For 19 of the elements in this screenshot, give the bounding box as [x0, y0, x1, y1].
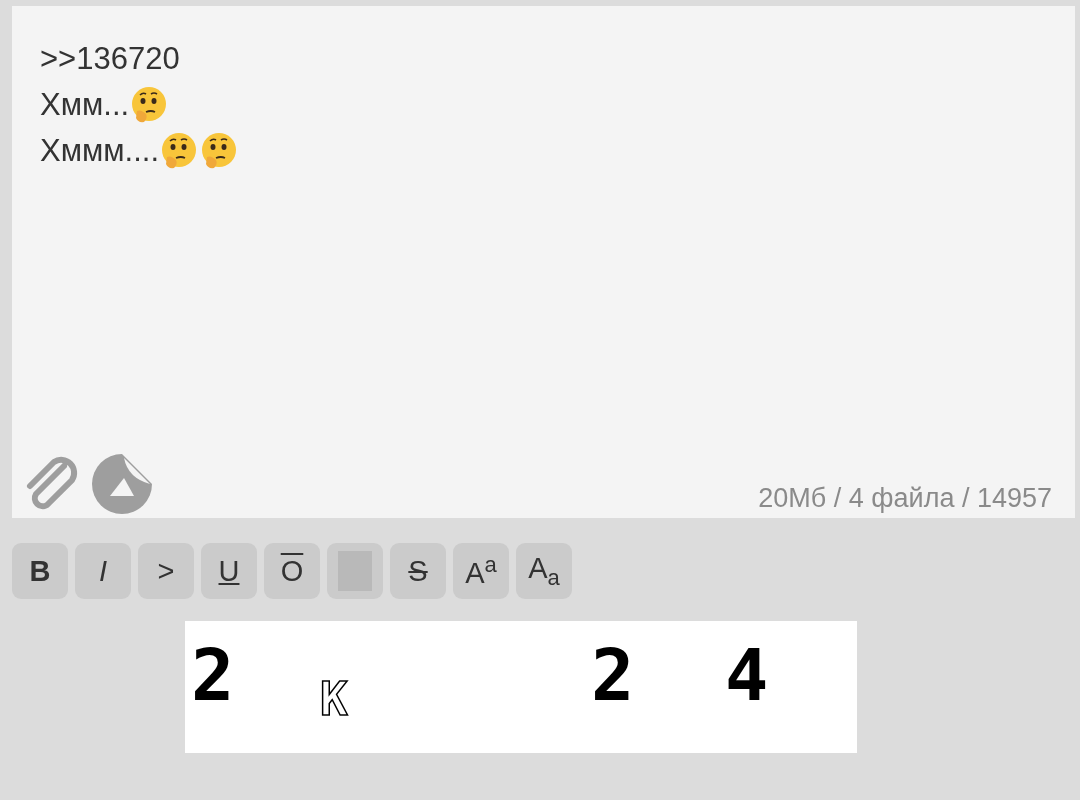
quote-button[interactable]: > [138, 543, 194, 599]
captcha-character: 4 [725, 639, 769, 711]
attachment-counter: 20Мб / 4 файла / 14957 [758, 483, 1052, 514]
spoiler-button[interactable] [327, 543, 383, 599]
message-text: Хммм.... [40, 132, 160, 170]
message-text: Хмм... [40, 86, 130, 124]
italic-button[interactable]: I [75, 543, 131, 599]
font-size-button[interactable]: A$_{a}$ [516, 543, 572, 599]
overline-button[interactable]: O [264, 543, 320, 599]
message-field[interactable]: >>136720 Хмм... Хммм.... 20Мб / 4 файла / 14957 [12, 6, 1075, 518]
sticker-icon[interactable] [90, 452, 154, 516]
captcha-character: K [320, 676, 348, 722]
underline-button[interactable]: U [201, 543, 257, 599]
captcha-character: 2 [191, 639, 235, 711]
captcha-character: 2 [591, 639, 635, 711]
font-size-button[interactable]: A$^{a}$ [453, 543, 509, 599]
bold-button[interactable]: B [12, 543, 68, 599]
message-text: >>136720 [40, 40, 180, 78]
strikethrough-button[interactable]: S [390, 543, 446, 599]
